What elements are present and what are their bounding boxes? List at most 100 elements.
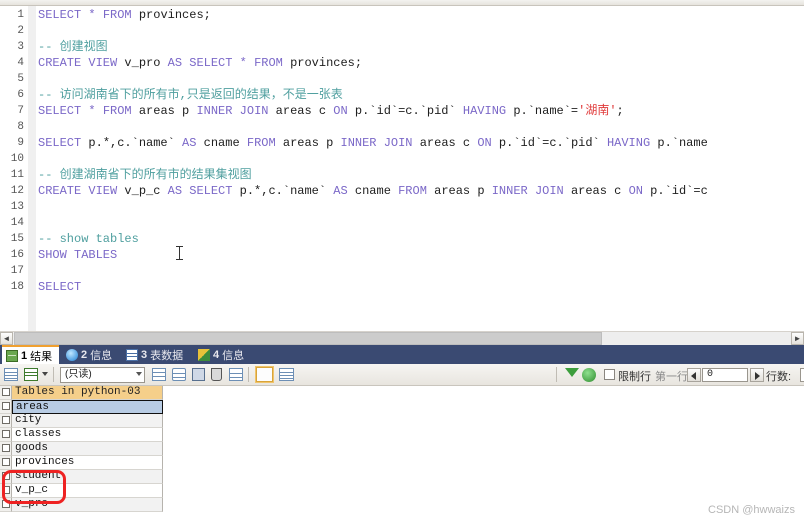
table-row[interactable]: student [0, 470, 163, 484]
table-cell[interactable]: areas [12, 400, 163, 414]
refresh-record-icon[interactable] [229, 368, 243, 381]
code-token: -- show tables [38, 232, 139, 246]
code-token: HAVING [606, 136, 651, 150]
tab-label: 表数据 [150, 349, 184, 362]
tab-index: 1 [21, 349, 28, 362]
table-row[interactable]: classes [0, 428, 163, 442]
code-line[interactable]: SELECT [38, 279, 81, 295]
first-row-prev-button[interactable] [687, 368, 701, 382]
code-token: FROM [102, 104, 132, 118]
refresh-icon[interactable] [582, 368, 596, 382]
save-record-icon[interactable] [192, 368, 205, 381]
tab-4[interactable]: 4 信息 [194, 345, 251, 364]
profile-icon [198, 348, 210, 361]
code-line[interactable]: CREATE VIEW v_pro AS SELECT * FROM provi… [38, 55, 362, 71]
row-select-checkbox[interactable] [0, 498, 12, 512]
table-cell[interactable]: v_pro [12, 498, 163, 512]
row-select-checkbox[interactable] [0, 428, 12, 442]
line-number: 11 [10, 169, 24, 181]
info-icon [66, 348, 78, 361]
table-row[interactable]: goods [0, 442, 163, 456]
table-row[interactable]: city [0, 414, 163, 428]
table-row[interactable]: v_p_c [0, 484, 163, 498]
row-select-checkbox[interactable] [0, 386, 12, 400]
row-select-checkbox[interactable] [0, 400, 12, 414]
apply-changes-icon[interactable] [4, 368, 18, 381]
table-cell[interactable]: city [12, 414, 163, 428]
row-count-label: 行数: [766, 371, 792, 383]
scrollbar-thumb[interactable] [14, 332, 602, 345]
table-row[interactable]: v_pro [0, 498, 163, 512]
add-record-icon[interactable] [152, 368, 166, 381]
result-grid[interactable]: Tables in python-03 areas city classes goods… [0, 386, 804, 512]
first-row-next-button[interactable] [750, 368, 764, 382]
tab-1[interactable]: 1 结果 [2, 345, 60, 364]
code-line[interactable]: SELECT p.*,c.`name` AS cname FROM areas … [38, 135, 708, 151]
column-header[interactable]: Tables in python-03 [12, 386, 163, 400]
line-number: 17 [10, 265, 24, 277]
result-tab-bar[interactable]: 1 结果 2 信息 3 表数据 4 信息 [0, 345, 804, 365]
grid-view-toggle-icon[interactable] [255, 366, 274, 383]
grid-mode-select[interactable]: (只读) [60, 367, 145, 383]
line-number: 13 [10, 201, 24, 213]
code-token: CREATE VIEW [38, 56, 118, 70]
code-line[interactable]: -- 访问湖南省下的所有市,只是返回的结果，不是一张表 [38, 87, 343, 103]
code-token: v_pro [117, 56, 168, 70]
editor-horizontal-scrollbar[interactable]: ◄ ► [0, 331, 804, 345]
delete-record-icon[interactable] [211, 368, 222, 381]
tab-index: 3 [141, 348, 148, 361]
code-token: areas c [412, 136, 478, 150]
table-cell[interactable]: v_p_c [12, 484, 163, 498]
code-token: ON [477, 136, 492, 150]
code-line[interactable]: SHOW TABLES [38, 247, 117, 263]
line-number: 8 [17, 121, 24, 133]
scroll-right-arrow-icon[interactable]: ► [791, 332, 804, 345]
table-row[interactable]: provinces [0, 456, 163, 470]
table-row[interactable]: areas [0, 400, 163, 414]
code-line[interactable]: SELECT * FROM provinces; [38, 7, 211, 23]
row-select-checkbox[interactable] [0, 470, 12, 484]
row-count-input[interactable]: 1000 [800, 368, 804, 382]
filter-icon[interactable] [565, 368, 579, 377]
code-token: ON [628, 184, 643, 198]
line-number: 7 [17, 105, 24, 117]
table-cell[interactable]: student [12, 470, 163, 484]
code-line[interactable]: -- 创建视图 [38, 39, 108, 55]
code-line[interactable]: CREATE VIEW v_p_c AS SELECT p.*,c.`name`… [38, 183, 708, 199]
limit-rows-label: 限制行 [618, 371, 651, 383]
code-token: provinces; [282, 56, 363, 70]
table-cell[interactable]: goods [12, 442, 163, 456]
code-token: -- 访问湖南省下的所有市,只是返回的结果，不是一张表 [38, 88, 343, 102]
code-token: ; [616, 104, 624, 118]
code-token: SELECT [38, 104, 82, 118]
grid-toolbar[interactable]: (只读) 限制行 第一行: 0 [0, 364, 804, 386]
tab-2[interactable]: 2 信息 [62, 345, 119, 364]
row-select-checkbox[interactable] [0, 414, 12, 428]
code-token: -- 创建湖南省下的所有市的结果集视图 [38, 168, 252, 182]
row-select-checkbox[interactable] [0, 484, 12, 498]
table-cell[interactable]: provinces [12, 456, 163, 470]
limit-rows-checkbox[interactable] [604, 369, 615, 380]
first-row-input[interactable]: 0 [702, 368, 748, 382]
tab-label: 信息 [222, 349, 245, 362]
chevron-down-icon[interactable] [136, 372, 142, 376]
line-number: 6 [17, 89, 24, 101]
chevron-down-icon[interactable] [42, 372, 48, 376]
tab-3[interactable]: 3 表数据 [122, 345, 190, 364]
code-line[interactable]: -- 创建湖南省下的所有市的结果集视图 [38, 167, 252, 183]
form-view-toggle-icon[interactable] [279, 368, 294, 381]
row-select-checkbox[interactable] [0, 456, 12, 470]
row-select-checkbox[interactable] [0, 442, 12, 456]
code-line[interactable]: SELECT * FROM areas p INNER JOIN areas c… [38, 103, 624, 119]
code-token: areas c [268, 104, 334, 118]
table-cell[interactable]: classes [12, 428, 163, 442]
form-view-icon[interactable] [24, 368, 38, 381]
scroll-left-arrow-icon[interactable]: ◄ [0, 332, 13, 345]
code-token: CREATE VIEW [38, 184, 118, 198]
code-token: * [81, 8, 103, 22]
line-number: 3 [17, 41, 24, 53]
watermark-text: CSDN @hwwaizs [708, 504, 795, 516]
sql-editor[interactable]: 1 2 3 4 5 6 7 8 9 10 11 12 13 14 15 16 17 18 SELECT * FRO… [0, 6, 804, 331]
code-line[interactable]: -- show tables [38, 231, 139, 247]
duplicate-record-icon[interactable] [172, 368, 186, 381]
